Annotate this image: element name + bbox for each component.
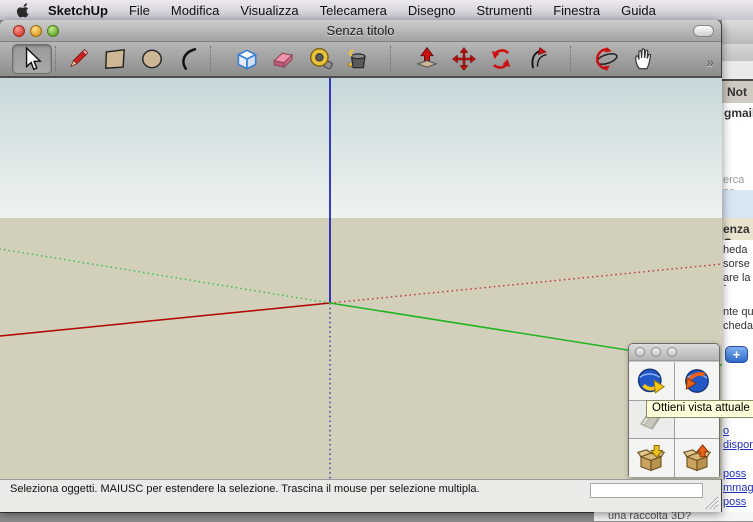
- toolbar-separator: [55, 46, 56, 72]
- status-bar: Seleziona oggetti. MAIUSC per estendere …: [0, 479, 721, 512]
- pan-tool-button[interactable]: [625, 43, 662, 75]
- follow-me-icon: [525, 46, 551, 72]
- get-current-view-button[interactable]: [629, 362, 674, 400]
- menu-guida[interactable]: Guida: [621, 3, 656, 18]
- pencil-icon: [65, 46, 91, 72]
- arc-tool-button[interactable]: [170, 43, 207, 75]
- get-models-icon: [636, 443, 666, 473]
- bg-bottom-text-strip: una raccolta 3D?: [594, 512, 753, 521]
- toolbar-separator: [570, 46, 571, 72]
- palette-grid: [629, 361, 719, 477]
- move-tool-button[interactable]: [445, 43, 482, 75]
- get-models-button[interactable]: [629, 439, 674, 477]
- toolbar-separator: [210, 46, 211, 72]
- bg-bottom-fragment: una raccolta 3D?: [608, 512, 691, 521]
- rectangle-tool-button[interactable]: [96, 43, 133, 75]
- menu-disegno[interactable]: Disegno: [408, 3, 456, 18]
- title-bar[interactable]: Senza titolo: [0, 20, 721, 42]
- arc-icon: [176, 46, 202, 72]
- bg-heading-fragment: enza G: [722, 218, 753, 240]
- status-message: Seleziona oggetti. MAIUSC per estendere …: [10, 483, 510, 496]
- menu-bar: SketchUp File Modifica Visualizza Teleca…: [0, 0, 753, 21]
- bg-text-fragment: nte qu: [722, 306, 753, 320]
- bg-titlebar-strip: [722, 20, 753, 45]
- eraser-icon: [271, 46, 297, 72]
- tape-measure-tool-button[interactable]: [302, 43, 339, 75]
- tooltip: Ottieni vista attuale: [646, 400, 753, 418]
- orbit-tool-button[interactable]: [588, 43, 625, 75]
- measurement-input[interactable]: [590, 483, 703, 498]
- toolbar-overflow-chevron[interactable]: »: [706, 54, 713, 70]
- orbit-icon: [594, 46, 620, 72]
- make-component-tool-button[interactable]: [228, 43, 265, 75]
- circle-tool-button[interactable]: [133, 43, 170, 75]
- sketchup-window: Senza titolo: [0, 20, 722, 512]
- paint-bucket-tool-button[interactable]: [339, 43, 376, 75]
- bg-text-fragment: are la f: [722, 272, 753, 286]
- get-current-view-icon: [636, 366, 666, 396]
- drawing-viewport[interactable]: [0, 78, 722, 479]
- bg-link-fragment[interactable]: poss: [722, 496, 753, 510]
- window-title: Senza titolo: [0, 23, 721, 38]
- bg-search-fragment: erca ne: [722, 170, 753, 190]
- toolbar-toggle-button[interactable]: [693, 25, 714, 37]
- bg-bookmarkbar-strip: [722, 61, 753, 79]
- menu-finestra[interactable]: Finestra: [553, 3, 600, 18]
- bg-link-fragment[interactable]: mmag: [722, 482, 753, 496]
- rotate-icon: [488, 46, 514, 72]
- bg-link-fragment[interactable]: o trova: [722, 425, 753, 439]
- bg-text-fragment: cheda: [722, 320, 753, 334]
- line-tool-button[interactable]: [59, 43, 96, 75]
- red-axis-dotted: [330, 264, 722, 303]
- pan-hand-icon: [631, 46, 657, 72]
- select-tool-button[interactable]: [12, 44, 52, 74]
- red-axis-solid: [0, 303, 330, 336]
- bg-text-fragment: sorse c: [722, 258, 753, 272]
- menu-strumenti[interactable]: Strumenti: [477, 3, 533, 18]
- green-axis-dotted: [0, 249, 330, 303]
- push-pull-tool-button[interactable]: [408, 43, 445, 75]
- toggle-terrain-icon: [682, 366, 712, 396]
- rotate-tool-button[interactable]: [482, 43, 519, 75]
- bg-blue-band: [722, 190, 753, 218]
- palette-close-button[interactable]: [635, 347, 645, 357]
- palette-minimize-button[interactable]: [651, 347, 661, 357]
- apple-menu-icon[interactable]: [14, 2, 30, 18]
- background-browser-window: Not gmail erca ne enza G heda sorse c ar…: [722, 20, 753, 521]
- bg-header-fragment: Not: [722, 81, 753, 103]
- toolbar: »: [0, 42, 721, 78]
- share-models-icon: [682, 443, 712, 473]
- paint-bucket-icon: [345, 46, 371, 72]
- menu-telecamera[interactable]: Telecamera: [320, 3, 387, 18]
- menu-modifica[interactable]: Modifica: [171, 3, 219, 18]
- toggle-terrain-button[interactable]: [675, 362, 720, 400]
- move-icon: [451, 46, 477, 72]
- menu-visualizza[interactable]: Visualizza: [240, 3, 298, 18]
- bg-toolbar-strip: [722, 44, 753, 62]
- bg-link-fragment[interactable]: poss: [722, 468, 753, 482]
- resize-grip[interactable]: [704, 495, 719, 510]
- make-component-icon: [234, 46, 260, 72]
- push-pull-icon: [414, 46, 440, 72]
- menu-sketchup[interactable]: SketchUp: [48, 3, 108, 18]
- toolbar-separator: [390, 46, 391, 72]
- bg-add-button[interactable]: +: [725, 346, 748, 363]
- drawing-axes: [0, 78, 722, 479]
- bg-link-fragment[interactable]: dispor: [722, 439, 753, 453]
- circle-icon: [139, 46, 165, 72]
- tape-measure-icon: [308, 46, 334, 72]
- rectangle-icon: [102, 46, 128, 72]
- follow-me-tool-button[interactable]: [519, 43, 556, 75]
- share-models-button[interactable]: [675, 439, 720, 477]
- select-icon: [19, 46, 45, 72]
- bg-gmail-fragment: gmail: [722, 103, 753, 125]
- menu-file[interactable]: File: [129, 3, 150, 18]
- eraser-tool-button[interactable]: [265, 43, 302, 75]
- palette-zoom-button[interactable]: [667, 347, 677, 357]
- palette-title-bar[interactable]: [629, 344, 719, 361]
- bg-text-fragment: heda: [722, 244, 753, 258]
